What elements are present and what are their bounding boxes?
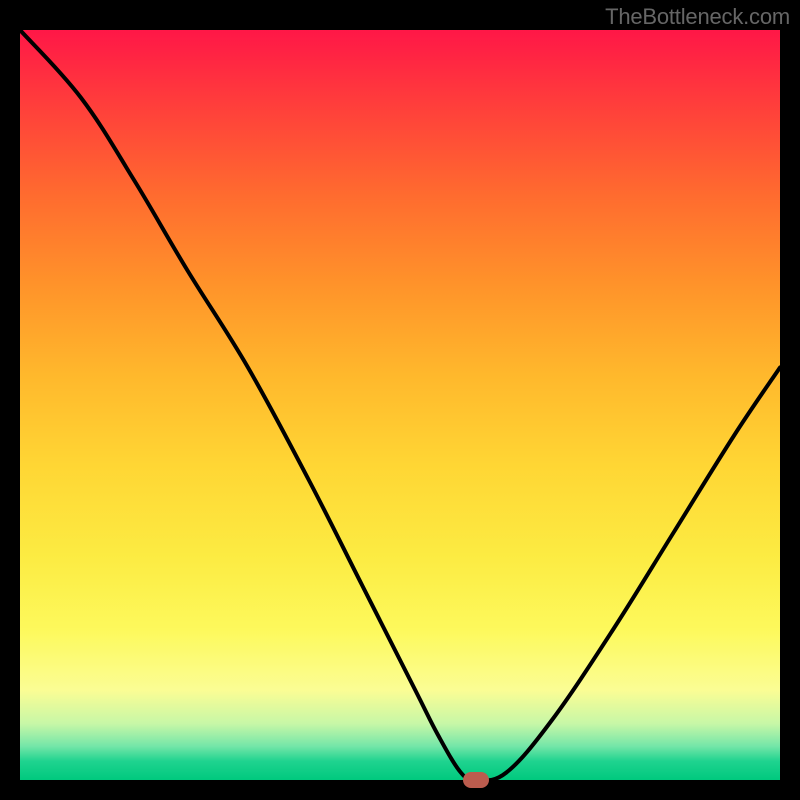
bottleneck-curve — [20, 30, 780, 780]
attribution-label: TheBottleneck.com — [605, 4, 790, 30]
plot-area — [20, 30, 780, 780]
optimal-point-marker — [463, 772, 489, 788]
chart-frame: TheBottleneck.com — [0, 0, 800, 800]
